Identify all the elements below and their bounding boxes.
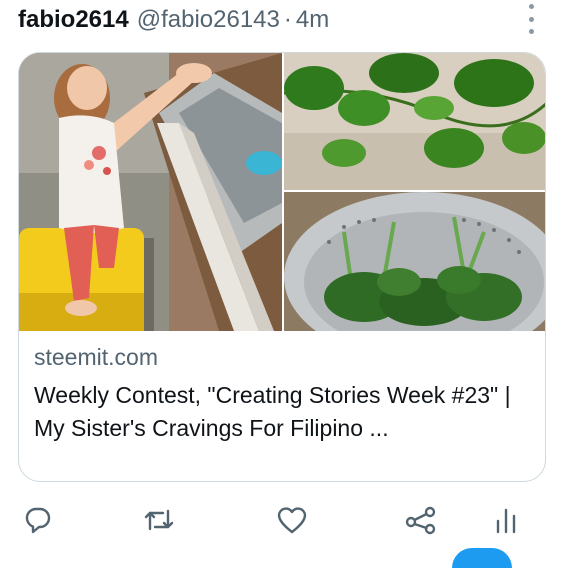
reply-icon bbox=[25, 507, 51, 534]
timestamp[interactable]: 4m bbox=[296, 6, 329, 34]
tweet-actions bbox=[0, 500, 562, 550]
user-handle[interactable]: @fabio26143 bbox=[137, 6, 280, 34]
photo-green-leaves[interactable] bbox=[284, 53, 545, 190]
link-card[interactable]: steemit.com Weekly Contest, "Creating St… bbox=[18, 52, 546, 482]
like-button[interactable] bbox=[272, 500, 312, 540]
card-title: Weekly Contest, "Creating Stories Week #… bbox=[34, 382, 511, 441]
separator-dot: · bbox=[283, 6, 292, 33]
analytics-button[interactable] bbox=[486, 500, 526, 540]
floating-compose-button[interactable] bbox=[452, 548, 512, 568]
reply-button[interactable] bbox=[18, 500, 58, 540]
card-media[interactable] bbox=[19, 53, 545, 331]
retweet-icon bbox=[144, 509, 174, 531]
more-options-icon[interactable] bbox=[524, 4, 538, 34]
share-button[interactable] bbox=[401, 500, 441, 540]
card-domain: steemit.com bbox=[34, 344, 158, 370]
photo-colander-greens[interactable] bbox=[284, 192, 545, 331]
retweet-button[interactable] bbox=[139, 500, 179, 540]
share-icon bbox=[405, 506, 436, 535]
analytics-icon bbox=[496, 508, 516, 534]
photo-child-at-sink[interactable] bbox=[19, 53, 282, 331]
heart-icon bbox=[277, 507, 307, 534]
display-name[interactable]: fabio2614 bbox=[18, 6, 129, 34]
tweet-header: fabio2614 @fabio26143 · 4m bbox=[18, 2, 329, 38]
